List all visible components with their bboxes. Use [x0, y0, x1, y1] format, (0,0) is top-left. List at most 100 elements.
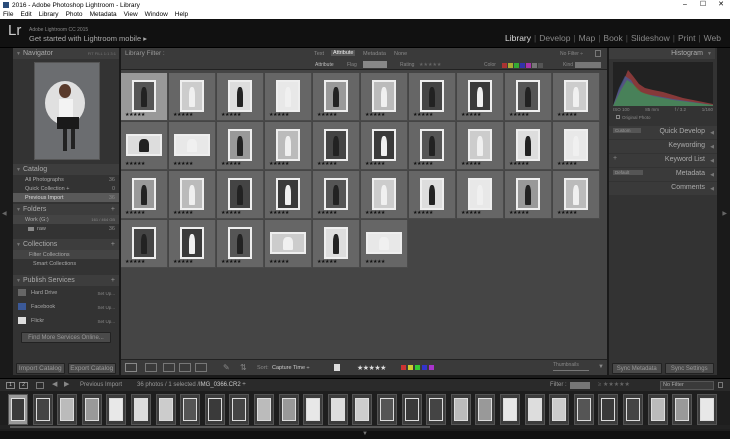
menu-window[interactable]: Window: [145, 11, 168, 18]
thumbnail-rating-stars[interactable]: ★★★★★: [269, 259, 289, 265]
grid-thumbnail-cell[interactable]: ★★★★★: [361, 171, 408, 219]
grid-thumbnail-cell[interactable]: ★★★★★: [217, 73, 264, 121]
grid-thumbnail-cell[interactable]: ★★★★★: [169, 122, 216, 170]
flag-filter-icon[interactable]: [363, 61, 387, 68]
maximize-button[interactable]: ☐: [694, 0, 712, 10]
filmstrip-thumbnail[interactable]: [81, 394, 102, 425]
thumbnail-rating-stars[interactable]: ★★★★★: [509, 210, 529, 216]
compare-view-button[interactable]: [163, 363, 175, 372]
import-catalog-button[interactable]: Import Catalog: [16, 363, 65, 374]
filmstrip-thumbnail[interactable]: [623, 394, 643, 425]
publish-item-harddrive[interactable]: Hard Drive Set Up...: [13, 286, 119, 300]
grid-thumbnail-cell[interactable]: ★★★★★: [121, 73, 168, 121]
metadata-preset-dropdown[interactable]: Default: [613, 170, 644, 175]
quickdev-preset-dropdown[interactable]: Custom: [613, 128, 641, 133]
thumbnail-size-slider[interactable]: [553, 370, 589, 371]
menu-file[interactable]: File: [3, 11, 13, 18]
source-label[interactable]: Previous Import: [80, 382, 122, 388]
grid-thumbnail-cell[interactable]: ★★★★★: [553, 171, 600, 219]
filter-tab-text[interactable]: Text: [314, 51, 324, 57]
grid-thumbnail-cell[interactable]: ★★★★★: [457, 122, 504, 170]
filmstrip-thumbnail[interactable]: [229, 394, 250, 425]
sort-dropdown[interactable]: Capture Time ÷: [272, 365, 310, 371]
filmstrip-thumbnail[interactable]: [524, 394, 545, 425]
grid-thumbnail-cell[interactable]: ★★★★★: [313, 73, 360, 121]
thumbnail-rating-stars[interactable]: ★★★★★: [269, 112, 289, 118]
filename-dropdown[interactable]: IMG_0366.CR2 ÷: [199, 382, 246, 388]
thumbnail-rating-stars[interactable]: ★★★★★: [365, 210, 385, 216]
thumbnail-rating-stars[interactable]: ★★★★★: [365, 259, 385, 265]
filmstrip-thumbnail[interactable]: [573, 394, 594, 425]
grid-thumbnail-cell[interactable]: ★★★★★: [265, 171, 312, 219]
filmstrip-thumbnail[interactable]: [696, 394, 717, 425]
grid-thumbnail-cell[interactable]: ★★★★★: [265, 73, 312, 121]
module-map[interactable]: Map: [576, 33, 599, 43]
thumbnail-rating-stars[interactable]: ★★★★★: [509, 112, 529, 118]
grid-thumbnail-cell[interactable]: ★★★★★: [169, 171, 216, 219]
catalog-item-quick[interactable]: Quick Collection + 0: [13, 184, 119, 193]
color-filter-swatches[interactable]: [502, 63, 543, 68]
lock-icon[interactable]: [595, 50, 601, 57]
filmstrip-thumbnail[interactable]: [278, 394, 299, 425]
add-collection-icon[interactable]: +: [111, 241, 115, 248]
monitor-2-icon[interactable]: 2: [19, 382, 28, 389]
publish-header[interactable]: ▼ Publish Services +: [13, 275, 119, 286]
filmstrip-thumbnail[interactable]: [155, 394, 176, 425]
thumbnail-rating-stars[interactable]: ★★★★★: [269, 161, 289, 167]
painter-icon[interactable]: ✎: [223, 363, 230, 372]
thumbnail-rating-stars[interactable]: ★★★★★: [365, 112, 385, 118]
color-labels[interactable]: [401, 365, 434, 370]
grid-view-button[interactable]: [125, 363, 137, 372]
thumbnail-rating-stars[interactable]: ★★★★★: [221, 112, 241, 118]
people-view-button[interactable]: [195, 363, 207, 372]
thumbnail-rating-stars[interactable]: ★★★★★: [125, 259, 145, 265]
filter-tab-attribute[interactable]: Attribute: [331, 50, 356, 56]
grid-thumbnail-cell[interactable]: ★★★★★: [265, 220, 312, 268]
toolbar-menu-icon[interactable]: ▼: [598, 364, 604, 370]
menu-edit[interactable]: Edit: [20, 11, 31, 18]
menu-metadata[interactable]: Metadata: [90, 11, 117, 18]
grid-thumbnail-cell[interactable]: ★★★★★: [409, 73, 456, 121]
histogram-chart[interactable]: [613, 62, 713, 106]
drive-row[interactable]: Work (G:) 161 / 464 GB: [13, 215, 119, 224]
monitor-1-icon[interactable]: 1: [6, 382, 15, 389]
filmstrip-thumbnail[interactable]: [32, 394, 53, 425]
module-slideshow[interactable]: Slideshow: [628, 33, 673, 43]
keyword-list-header[interactable]: + Keyword List ◀: [609, 154, 717, 167]
filter-collections-field[interactable]: Filter Collections: [13, 250, 119, 259]
setup-link[interactable]: Set Up...: [97, 305, 115, 310]
filmstrip-thumbnail[interactable]: [475, 394, 496, 425]
grid-thumbnail-cell[interactable]: ★★★★★: [313, 220, 360, 268]
filmstrip-thumbnail[interactable]: [426, 394, 447, 425]
thumbnail-rating-stars[interactable]: ★★★★★: [125, 161, 145, 167]
thumbnail-rating-stars[interactable]: ★★★★★: [317, 210, 337, 216]
keywording-header[interactable]: Keywording ◀: [609, 140, 717, 153]
thumbnail-rating-stars[interactable]: ★★★★★: [173, 161, 193, 167]
grid-thumbnail-cell[interactable]: ★★★★★: [121, 171, 168, 219]
grid-thumbnail-cell[interactable]: ★★★★★: [217, 220, 264, 268]
forward-arrow-icon[interactable]: ▶: [64, 380, 69, 388]
grid-thumbnail-cell[interactable]: ★★★★★: [409, 122, 456, 170]
thumbnail-rating-stars[interactable]: ★★★★★: [461, 161, 481, 167]
loupe-view-button[interactable]: [145, 363, 157, 372]
grid-thumbnail-cell[interactable]: ★★★★★: [265, 122, 312, 170]
filter-rating-stars[interactable]: ≥ ★★★★★: [598, 381, 630, 388]
filmstrip-filter-dropdown[interactable]: No Filter: [660, 381, 714, 390]
flag-toggle[interactable]: [334, 364, 340, 371]
thumbnail-rating-stars[interactable]: ★★★★★: [221, 259, 241, 265]
grid-thumbnail-cell[interactable]: ★★★★★: [361, 220, 408, 268]
grid-thumbnail-cell[interactable]: ★★★★★: [169, 73, 216, 121]
grid-thumbnail-cell[interactable]: ★★★★★: [505, 73, 552, 121]
filmstrip-thumbnail[interactable]: [549, 394, 570, 425]
histogram-header[interactable]: Histogram ▼: [609, 48, 715, 59]
grid-thumbnail-cell[interactable]: ★★★★★: [313, 122, 360, 170]
thumbnail-rating-stars[interactable]: ★★★★★: [461, 112, 481, 118]
thumbnail-rating-stars[interactable]: ★★★★★: [125, 112, 145, 118]
module-develop[interactable]: Develop: [536, 33, 573, 43]
thumbnail-rating-stars[interactable]: ★★★★★: [509, 161, 529, 167]
grid-thumbnail-cell[interactable]: ★★★★★: [361, 73, 408, 121]
setup-link[interactable]: Set Up...: [97, 319, 115, 324]
filter-preset-dropdown[interactable]: No Filter ÷: [560, 51, 583, 57]
add-folder-icon[interactable]: +: [111, 206, 115, 213]
module-library[interactable]: Library: [502, 33, 534, 43]
